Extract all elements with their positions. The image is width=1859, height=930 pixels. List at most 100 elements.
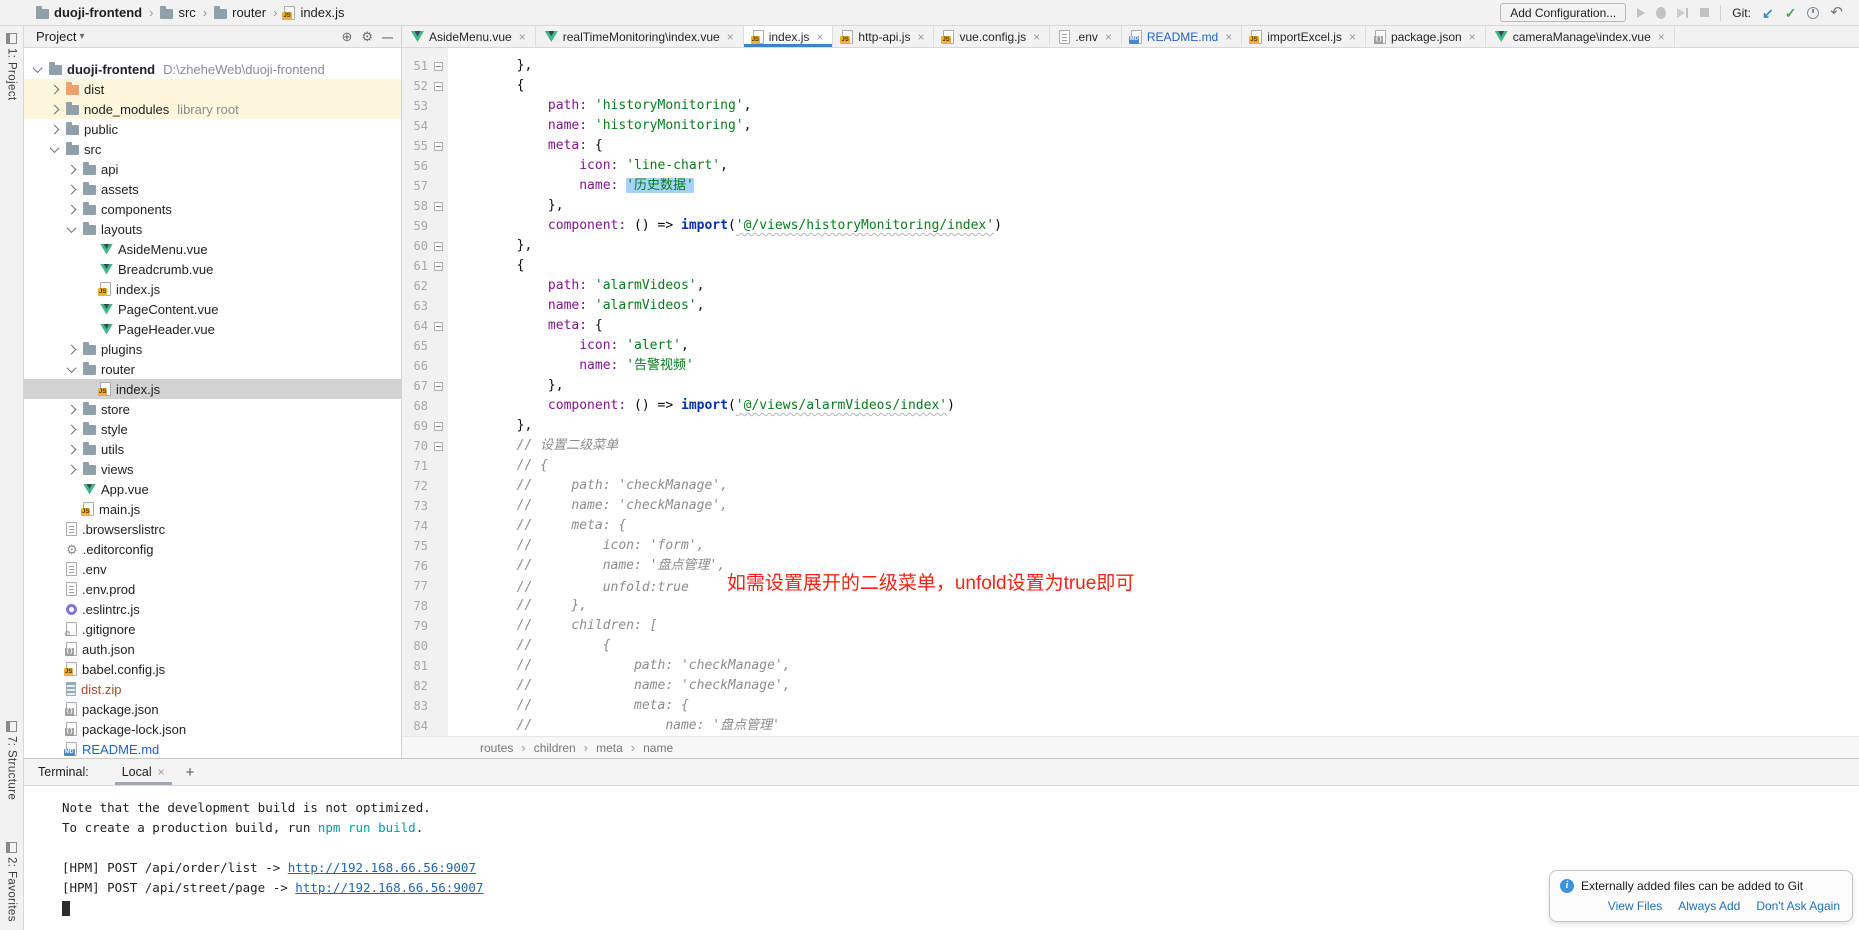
tree-item[interactable]: .env — [24, 559, 401, 579]
fold-marker-icon[interactable] — [434, 422, 443, 431]
hide-panel-icon[interactable] — [382, 30, 393, 44]
tree-item[interactable]: .editorconfig — [24, 539, 401, 559]
tree-item[interactable]: utils — [24, 439, 401, 459]
breadcrumb-item[interactable]: index.js — [284, 5, 344, 20]
tree-item[interactable]: package.json — [24, 699, 401, 719]
editor-tab[interactable]: .env — [1050, 26, 1122, 47]
run-icon[interactable] — [1637, 8, 1645, 18]
tree-item[interactable]: store — [24, 399, 401, 419]
tree-item[interactable]: AsideMenu.vue — [24, 239, 401, 259]
editor-breadcrumb-item[interactable]: name — [643, 741, 673, 755]
git-history-icon[interactable] — [1807, 7, 1819, 19]
editor-tab[interactable]: vue.config.js — [934, 26, 1050, 47]
terminal-tab-local[interactable]: Local — [115, 759, 172, 785]
fold-marker-icon[interactable] — [434, 242, 443, 251]
tree-item[interactable]: .env.prod — [24, 579, 401, 599]
tree-item[interactable]: style — [24, 419, 401, 439]
code-editor[interactable]: 51 },52 {53 path: 'historyMonitoring',54… — [402, 48, 1859, 736]
breadcrumb-item[interactable]: src — [160, 5, 195, 20]
tree-item[interactable]: src — [24, 139, 401, 159]
locate-file-icon[interactable] — [341, 30, 352, 43]
terminal-tab-close-icon[interactable] — [158, 765, 165, 779]
terminal-link[interactable]: http://192.168.66.56:9007 — [295, 880, 483, 895]
terminal-link[interactable]: http://192.168.66.56:9007 — [288, 860, 476, 875]
chevron-right-icon[interactable] — [67, 404, 77, 414]
tab-close-icon[interactable] — [1103, 30, 1112, 44]
tree-item[interactable]: Breadcrumb.vue — [24, 259, 401, 279]
notification-action-link[interactable]: Always Add — [1678, 899, 1740, 913]
tree-item[interactable]: node_moduleslibrary root — [24, 99, 401, 119]
chevron-right-icon[interactable] — [50, 124, 60, 134]
editor-tab[interactable]: http-api.js — [833, 26, 934, 47]
stripe-project-button[interactable]: 1: Project — [0, 33, 23, 101]
git-update-icon[interactable] — [1762, 6, 1774, 20]
chevron-right-icon[interactable] — [67, 184, 77, 194]
debug-icon[interactable] — [1656, 7, 1666, 19]
editor-breadcrumb-item[interactable]: meta — [596, 741, 623, 755]
fold-marker-icon[interactable] — [434, 262, 443, 271]
project-settings-gear-icon[interactable] — [361, 30, 373, 43]
chevron-right-icon[interactable] — [67, 344, 77, 354]
fold-marker-icon[interactable] — [434, 142, 443, 151]
fold-marker-icon[interactable] — [434, 82, 443, 91]
editor-tab[interactable]: importExcel.js — [1242, 26, 1366, 47]
tree-item[interactable]: public — [24, 119, 401, 139]
stripe-structure-button[interactable]: 7: Structure — [0, 721, 23, 800]
tree-item[interactable]: index.js — [24, 279, 401, 299]
git-rollback-icon[interactable] — [1830, 5, 1843, 20]
tree-item[interactable]: views — [24, 459, 401, 479]
tab-close-icon[interactable] — [814, 30, 823, 44]
tree-item[interactable]: dist — [24, 79, 401, 99]
tree-item[interactable]: plugins — [24, 339, 401, 359]
project-view-selector[interactable]: Project — [36, 29, 85, 44]
chevron-down-icon[interactable] — [67, 363, 77, 373]
notification-action-link[interactable]: Don't Ask Again — [1756, 899, 1840, 913]
stop-icon[interactable] — [1700, 8, 1709, 17]
chevron-right-icon[interactable] — [50, 104, 60, 114]
tree-item[interactable]: main.js — [24, 499, 401, 519]
tree-item[interactable]: README.md — [24, 739, 401, 758]
tab-close-icon[interactable] — [1656, 30, 1665, 44]
git-commit-icon[interactable] — [1785, 6, 1797, 20]
editor-tab[interactable]: cameraManage\index.vue — [1486, 26, 1675, 47]
chevron-right-icon[interactable] — [67, 464, 77, 474]
stripe-favorites-button[interactable]: 2: Favorites — [0, 842, 23, 922]
editor-tab[interactable]: index.js — [744, 26, 834, 47]
fold-marker-icon[interactable] — [434, 382, 443, 391]
fold-marker-icon[interactable] — [434, 322, 443, 331]
breadcrumb-item[interactable]: duoji-frontend — [36, 5, 142, 20]
tree-item[interactable]: PageContent.vue — [24, 299, 401, 319]
editor-tab[interactable]: README.md — [1122, 26, 1242, 47]
editor-tab[interactable]: package.json — [1366, 26, 1486, 47]
chevron-down-icon[interactable] — [50, 143, 60, 153]
add-configuration-button[interactable]: Add Configuration... — [1500, 3, 1626, 22]
notification-action-link[interactable]: View Files — [1608, 899, 1662, 913]
editor-breadcrumb-item[interactable]: children — [534, 741, 576, 755]
tree-item[interactable]: package-lock.json — [24, 719, 401, 739]
tab-close-icon[interactable] — [915, 30, 924, 44]
tree-item[interactable]: api — [24, 159, 401, 179]
chevron-right-icon[interactable] — [67, 424, 77, 434]
tab-close-icon[interactable] — [1347, 30, 1356, 44]
tree-item[interactable]: .eslintrc.js — [24, 599, 401, 619]
chevron-right-icon[interactable] — [67, 204, 77, 214]
tree-item[interactable]: .browserslistrc — [24, 519, 401, 539]
tab-close-icon[interactable] — [517, 30, 526, 44]
tree-item[interactable]: auth.json — [24, 639, 401, 659]
tree-item[interactable]: router — [24, 359, 401, 379]
new-terminal-session-icon[interactable] — [186, 764, 195, 781]
tab-close-icon[interactable] — [1223, 30, 1232, 44]
tree-item[interactable]: PageHeader.vue — [24, 319, 401, 339]
tree-item[interactable]: dist.zip — [24, 679, 401, 699]
chevron-right-icon[interactable] — [50, 84, 60, 94]
tree-item[interactable]: index.js — [24, 379, 401, 399]
tree-item[interactable]: layouts — [24, 219, 401, 239]
chevron-right-icon[interactable] — [67, 164, 77, 174]
tree-item[interactable]: .gitignore — [24, 619, 401, 639]
breadcrumb-item[interactable]: router — [214, 5, 266, 20]
editor-tab[interactable]: AsideMenu.vue — [402, 26, 536, 47]
editor-breadcrumb-item[interactable]: routes — [480, 741, 513, 755]
fold-marker-icon[interactable] — [434, 62, 443, 71]
tree-item[interactable]: components — [24, 199, 401, 219]
chevron-down-icon[interactable] — [67, 223, 77, 233]
